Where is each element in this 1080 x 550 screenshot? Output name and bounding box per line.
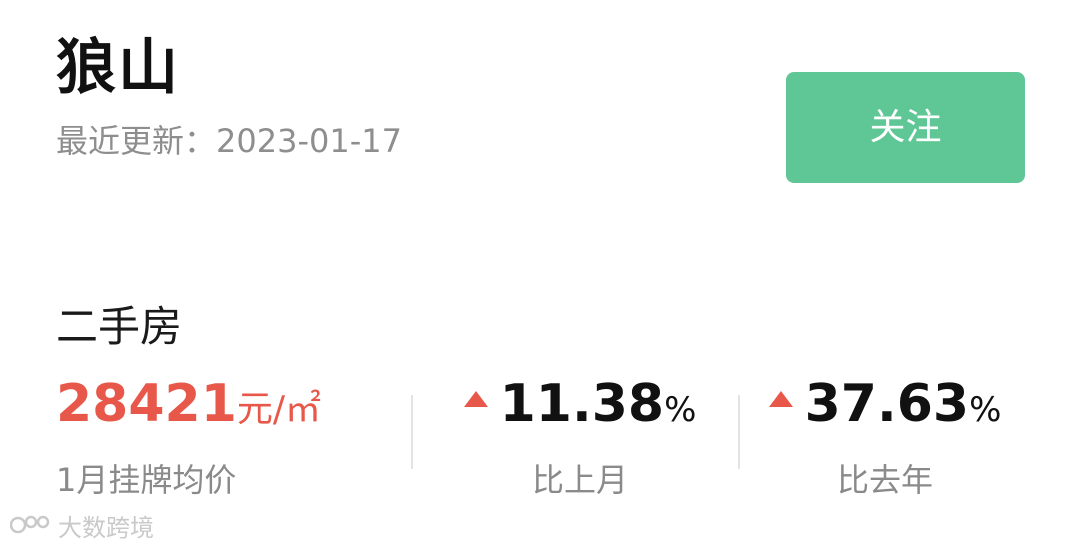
price-value: 28421	[56, 374, 237, 434]
price-value-line: 28421元/㎡	[56, 370, 396, 444]
stat-divider	[411, 395, 413, 469]
last-updated-date: 最近更新：2023-01-17	[56, 122, 402, 160]
yoy-value-line: 37.63%	[760, 370, 1010, 444]
mom-value: 11.38	[499, 374, 665, 434]
triangle-up-icon	[768, 391, 793, 407]
year-on-year-stat: 37.63% 比去年	[760, 370, 1010, 500]
section-title-secondhand: 二手房	[56, 302, 183, 351]
avg-listing-price-stat: 28421元/㎡ 1月挂牌均价	[56, 370, 396, 500]
triangle-up-icon	[463, 391, 488, 407]
stat-divider	[738, 395, 740, 469]
yoy-value: 37.63	[804, 374, 970, 434]
follow-button[interactable]: 关注	[786, 72, 1025, 183]
yoy-percent-sign: %	[969, 390, 1002, 430]
watermark-text: 大数跨境	[58, 514, 154, 542]
mom-percent-sign: %	[664, 390, 697, 430]
mom-value-line: 11.38%	[440, 370, 720, 444]
mom-label: 比上月	[531, 461, 628, 499]
yoy-label: 比去年	[836, 461, 933, 499]
price-label: 1月挂牌均价	[56, 461, 237, 499]
community-price-card: 狼山 最近更新：2023-01-17 关注 二手房 28421元/㎡ 1月挂牌均…	[0, 0, 1080, 550]
watermark-logo-icon	[9, 512, 52, 546]
page-title: 狼山	[56, 33, 180, 103]
price-unit: 元/㎡	[236, 389, 322, 430]
watermark: 大数跨境	[9, 512, 154, 546]
month-on-month-stat: 11.38% 比上月	[440, 370, 720, 500]
